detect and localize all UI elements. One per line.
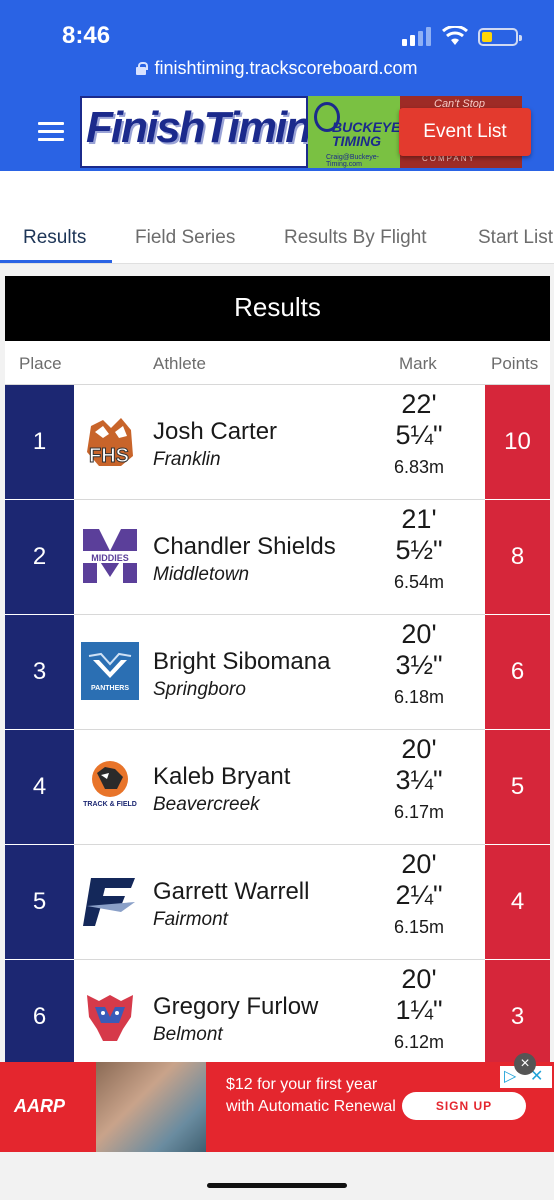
points-cell: 5	[485, 730, 550, 844]
tab-results-by-flight[interactable]: Results By Flight	[284, 227, 427, 249]
finish-timing-logo: FinishTiming	[80, 96, 337, 168]
mark-inches: 5¼"	[395, 420, 443, 450]
middletown-logo: MIDDIES	[81, 529, 139, 583]
athlete-school: Beavercreek	[153, 794, 260, 815]
athlete-name: Garrett Warrell	[153, 878, 310, 905]
mark-inches: 3½"	[395, 650, 443, 680]
lock-icon	[136, 62, 149, 75]
tab-results[interactable]: Results	[23, 227, 86, 249]
springboro-logo: PANTHERS	[81, 642, 139, 700]
svg-text:MIDDIES: MIDDIES	[91, 553, 129, 563]
table-row[interactable]: 1 FHS Josh Carter Franklin 22' 5¼" 6.83m…	[5, 385, 550, 500]
athlete-school: Fairmont	[153, 909, 228, 930]
mark-feet: 21'	[401, 504, 437, 534]
mark-feet: 22'	[401, 389, 437, 419]
place-cell: 4	[5, 730, 74, 844]
home-indicator[interactable]	[207, 1183, 347, 1188]
fairmont-logo	[83, 878, 135, 926]
mark-inches: 2¼"	[395, 880, 443, 910]
mark-meters: 6.54m	[393, 572, 445, 592]
points-cell: 6	[485, 615, 550, 729]
status-time: 8:46	[62, 22, 111, 49]
mark-feet: 20'	[401, 964, 437, 994]
franklin-logo: FHS	[87, 418, 133, 468]
athlete-school: Franklin	[153, 449, 221, 470]
table-row[interactable]: 5 Garrett Warrell Fairmont 20' 2¼" 6.15m…	[5, 845, 550, 960]
athlete-name: Kaleb Bryant	[153, 763, 291, 790]
cellular-signal-icon	[402, 27, 431, 46]
results-tabs: Results Field Series Results By Flight S…	[0, 171, 554, 264]
place-cell: 1	[5, 385, 74, 499]
url-text: finishtiming.trackscoreboard.com	[154, 58, 418, 78]
mark-meters: 6.17m	[393, 802, 445, 822]
address-bar[interactable]: finishtiming.trackscoreboard.com	[0, 58, 554, 79]
tab-field-series[interactable]: Field Series	[135, 227, 235, 249]
ad-image	[96, 1062, 206, 1152]
svg-text:PANTHERS: PANTHERS	[91, 685, 129, 692]
athlete-school: Middletown	[153, 564, 250, 585]
sign-up-button[interactable]: SIGN UP	[402, 1092, 526, 1120]
points-cell: 10	[485, 385, 550, 499]
mark-meters: 6.15m	[393, 917, 445, 937]
place-cell: 5	[5, 845, 74, 959]
mark-inches: 1¼"	[395, 995, 443, 1025]
athlete-school: Springboro	[153, 679, 246, 700]
battery-icon	[478, 28, 522, 46]
site-header: 8:46 finishtiming.trackscoreboard.com Fi…	[0, 0, 554, 171]
wifi-icon	[442, 26, 468, 45]
svg-text:TRACK & FIELD: TRACK & FIELD	[83, 801, 137, 808]
athlete-name: Chandler Shields	[153, 533, 336, 560]
menu-icon[interactable]	[38, 122, 64, 142]
mark-feet: 20'	[401, 619, 437, 649]
mark-meters: 6.83m	[393, 457, 445, 477]
points-cell: 3	[485, 960, 550, 1066]
column-header-place: Place	[19, 354, 62, 373]
place-cell: 2	[5, 500, 74, 614]
column-header-mark: Mark	[399, 354, 437, 373]
athlete-name: Bright Sibomana	[153, 648, 331, 675]
table-row[interactable]: 2 MIDDIES Chandler Shields Middletown 21…	[5, 500, 550, 615]
points-cell: 4	[485, 845, 550, 959]
close-icon[interactable]: ×	[514, 1053, 536, 1075]
beavercreek-logo: TRACK & FIELD	[83, 761, 137, 808]
ad-text: $12 for your first year with Automatic R…	[226, 1076, 396, 1115]
athlete-name: Josh Carter	[153, 418, 278, 445]
table-row[interactable]: 3 PANTHERS Bright Sibomana Springboro 20…	[5, 615, 550, 730]
event-list-button[interactable]: Event List	[399, 108, 531, 156]
advertisement-banner[interactable]: AARP $12 for your first year with Automa…	[0, 1062, 554, 1152]
results-title: Results	[5, 276, 550, 341]
mark-meters: 6.12m	[393, 1032, 445, 1052]
mark-inches: 3¼"	[395, 765, 443, 795]
tab-start-list[interactable]: Start List	[478, 227, 553, 249]
table-row[interactable]: 4 TRACK & FIELD Kaleb Bryant Beavercreek…	[5, 730, 550, 845]
athlete-name: Gregory Furlow	[153, 993, 319, 1020]
points-cell: 8	[485, 500, 550, 614]
table-row[interactable]: 6 Gregory Furlow Belmont 20' 1¼" 6.12m 3	[5, 960, 550, 1066]
place-cell: 3	[5, 615, 74, 729]
column-header-athlete: Athlete	[153, 354, 206, 373]
aarp-logo: AARP	[14, 1096, 66, 1116]
mark-inches: 5½"	[395, 535, 443, 565]
belmont-logo	[87, 995, 133, 1041]
athlete-school: Belmont	[153, 1024, 223, 1045]
buckeye-timing-logo: BUCKEYE TIMING Craig@Buckeye-Timing.com	[308, 96, 400, 168]
results-table: Results Place Athlete Mark Points 1 FHS …	[5, 276, 550, 1066]
column-header-points: Points	[491, 354, 539, 373]
place-cell: 6	[5, 960, 74, 1066]
svg-text:FHS: FHS	[89, 445, 129, 467]
mark-meters: 6.18m	[393, 687, 445, 707]
mark-feet: 20'	[401, 734, 437, 764]
mark-feet: 20'	[401, 849, 437, 879]
status-icons	[402, 26, 522, 48]
